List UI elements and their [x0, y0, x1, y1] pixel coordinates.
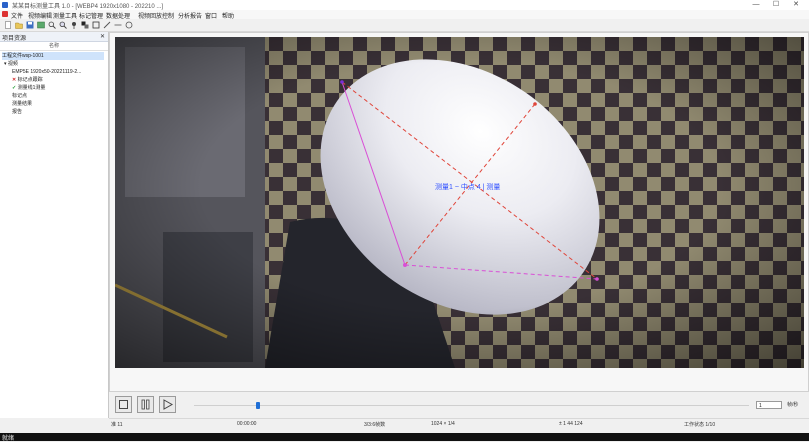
- vignette-overlay: [115, 37, 804, 368]
- measure-point[interactable]: [533, 102, 537, 106]
- tree-item-marker-track[interactable]: ✕ 标记点跟踪: [12, 76, 43, 84]
- tree-item-project[interactable]: 工程文件wsp-1001: [2, 52, 104, 60]
- measure-annotation: 测量1 ~ 中点 4 | 测量: [435, 182, 500, 191]
- zoom-icon[interactable]: [59, 21, 67, 29]
- toolbar: [0, 19, 809, 32]
- tree-column-header: 名称: [0, 42, 108, 51]
- tree-item-label: EMP5E 1920x50-20221119-2...: [12, 69, 82, 75]
- pause-icon: [141, 399, 150, 410]
- frame-rate-input[interactable]: 1: [756, 401, 782, 409]
- project-panel: 项目资源 ✕ 名称 工程文件wsp-1001 ▾ 视频 EMP5E 1920x5…: [0, 32, 109, 418]
- tree-item-label: 报告: [12, 109, 23, 115]
- status-time: 00:00:00: [237, 421, 257, 427]
- save-icon[interactable]: [26, 21, 34, 29]
- status-bar: 准 11 00:00:00 3/3:6帧数 1024 × 1/4 ± 1 44 …: [109, 418, 809, 429]
- close-button[interactable]: ✕: [786, 0, 806, 10]
- playback-bar: [109, 393, 809, 417]
- tree-item-label: 测量结果: [12, 101, 33, 107]
- app-status-strip: 就绪: [0, 433, 809, 442]
- status-state: 工作状态 1/10: [684, 422, 716, 428]
- tree-item-label: 视频: [7, 61, 18, 67]
- tree-item-video-file[interactable]: EMP5E 1920x50-20221119-2...: [12, 68, 81, 76]
- timeline-track[interactable]: [194, 405, 749, 406]
- frame-rate-label: 帧/秒: [787, 402, 799, 408]
- tree-item-video[interactable]: ▾ 视频: [4, 60, 18, 68]
- tree-item-label: 测量线1测量: [17, 85, 46, 91]
- measure-point[interactable]: [340, 80, 344, 84]
- play-icon: [163, 399, 174, 410]
- tree-item-label: 工程文件wsp-1001: [2, 53, 44, 59]
- status-frames: 3/3:6帧数: [364, 422, 386, 428]
- pen-icon[interactable]: [103, 21, 111, 29]
- open-icon[interactable]: [15, 21, 23, 29]
- circle-icon[interactable]: [125, 21, 133, 29]
- tree-item-label: 标记点: [12, 93, 28, 99]
- tree-item-results[interactable]: 测量结果: [12, 100, 32, 108]
- panel-title: 项目资源: [2, 36, 27, 42]
- image-icon[interactable]: [37, 21, 45, 29]
- crop-icon[interactable]: [92, 21, 100, 29]
- title-bar: 某某目标测量工具 1.0 - [WEBP4 1920x1080 - 202210…: [0, 0, 809, 10]
- panel-close-icon[interactable]: ✕: [100, 33, 105, 40]
- video-frame[interactable]: 测量1 ~ 中点 4 | 测量: [115, 37, 804, 368]
- window-title: 某某目标测量工具 1.0 - [WEBP4 1920x1080 - 202210…: [12, 4, 164, 10]
- tree-item-report[interactable]: 报告: [12, 108, 22, 116]
- select-icon[interactable]: [81, 21, 89, 29]
- status-coords: ± 1 44 124: [559, 421, 583, 427]
- measure-point[interactable]: [403, 263, 407, 267]
- error-icon: ✕: [12, 77, 17, 83]
- maximize-button[interactable]: ☐: [766, 0, 786, 10]
- tree-item-markers[interactable]: 标记点: [12, 92, 27, 100]
- stop-icon: [119, 400, 128, 409]
- new-icon[interactable]: [4, 21, 12, 29]
- line-icon[interactable]: [114, 21, 122, 29]
- play-button[interactable]: [159, 396, 176, 413]
- menu-bar: 文件 视频编辑 测量工具 标记管理 数据处理 视频回放控制 分析报告 窗口 帮助: [0, 10, 809, 20]
- search-icon[interactable]: [48, 21, 56, 29]
- menu-app-icon: [2, 11, 8, 17]
- tree-item-measure-line[interactable]: ✓ 测量线1测量: [12, 84, 45, 92]
- stop-button[interactable]: [115, 396, 132, 413]
- minimize-button[interactable]: —: [746, 0, 766, 10]
- status-resolution: 1024 × 1/4: [431, 421, 455, 427]
- pause-button[interactable]: [137, 396, 154, 413]
- pin-icon[interactable]: [70, 21, 78, 29]
- status-field: 准 11: [111, 422, 123, 428]
- check-icon: ✓: [12, 85, 17, 91]
- panel-header: 项目资源 ✕: [0, 32, 108, 42]
- chevron-down-icon[interactable]: ▾: [4, 61, 7, 67]
- measure-point[interactable]: [595, 277, 599, 281]
- app-icon: [2, 2, 8, 8]
- tree-item-label: 标记点跟踪: [17, 77, 43, 83]
- video-viewer[interactable]: 测量1 ~ 中点 4 | 测量: [115, 37, 804, 368]
- timeline-slider-thumb[interactable]: [256, 402, 260, 409]
